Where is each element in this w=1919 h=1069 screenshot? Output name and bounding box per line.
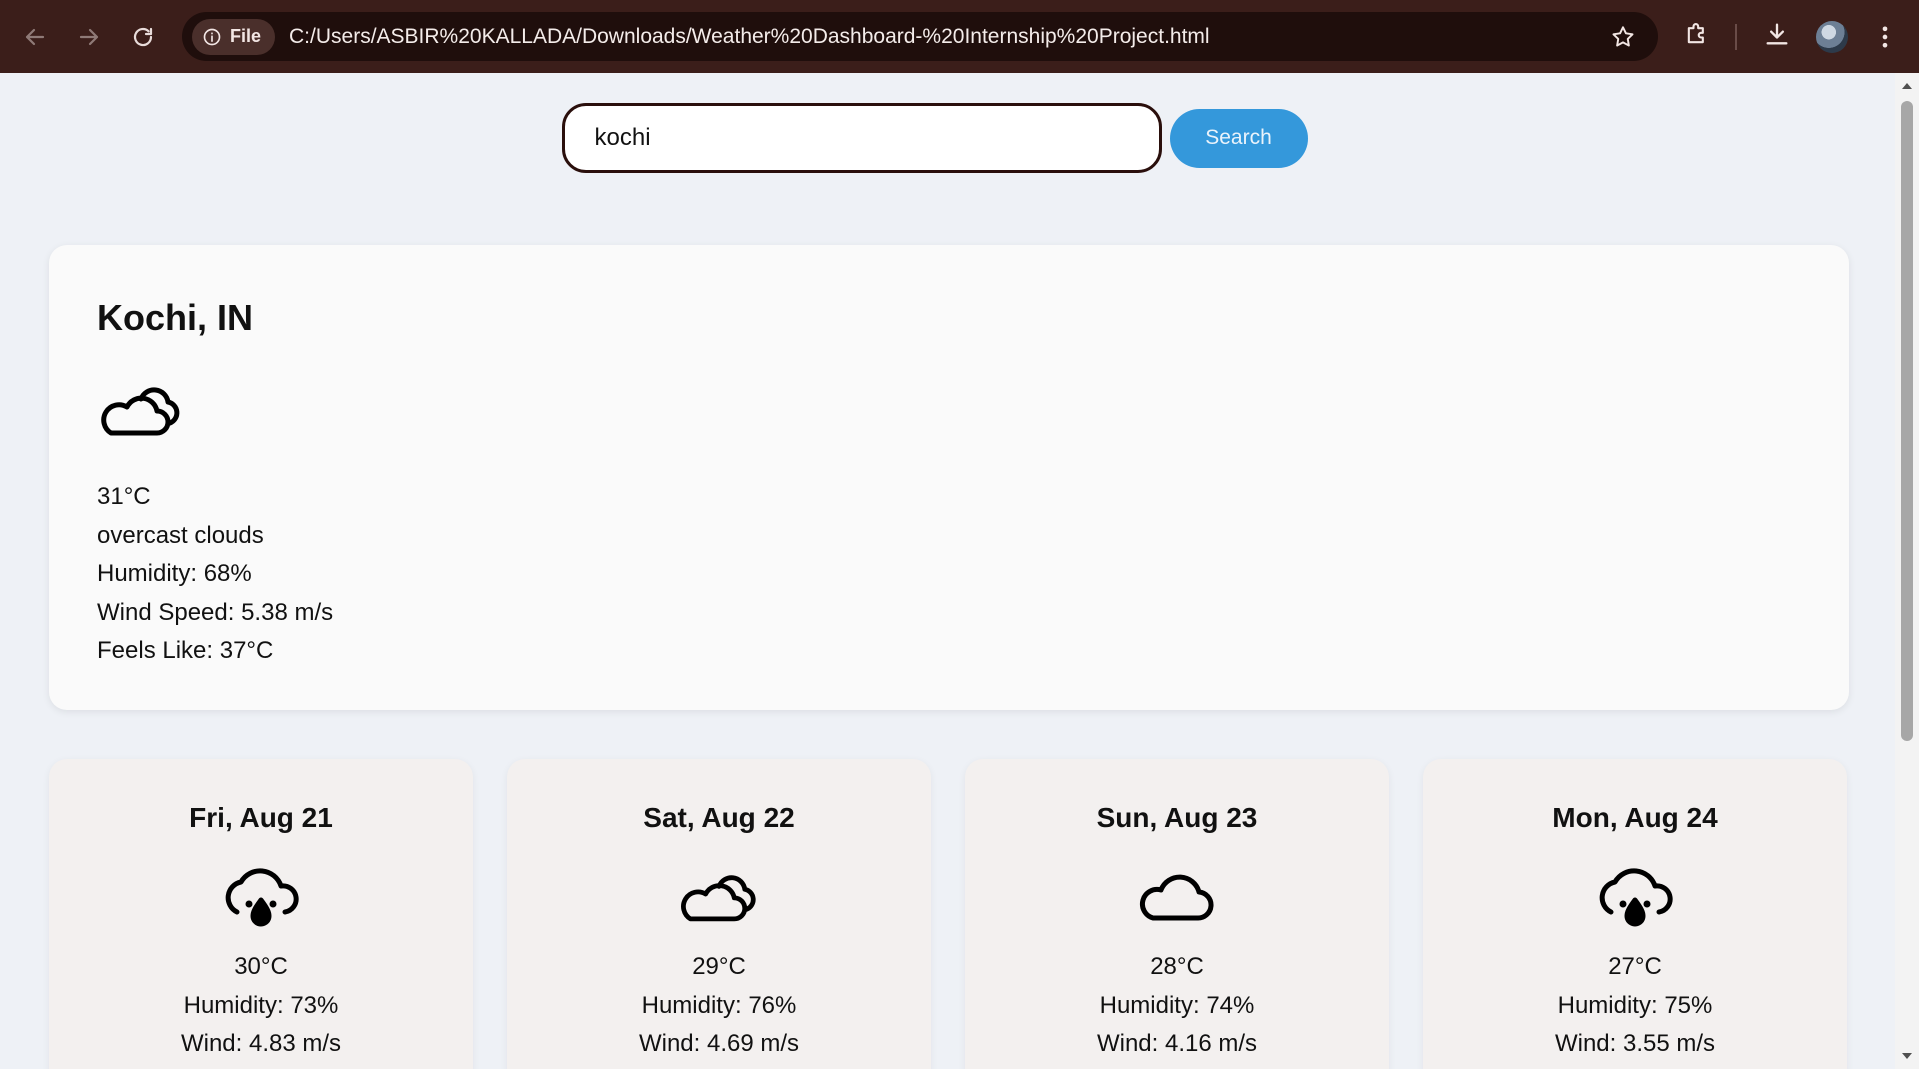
cloud-rain-icon bbox=[1599, 868, 1673, 927]
arrow-left-icon bbox=[25, 28, 45, 45]
address-bar[interactable]: File C:/Users/ASBIR%20KALLADA/Downloads/… bbox=[182, 12, 1658, 61]
forecast-date: Sun, Aug 23 bbox=[1096, 802, 1258, 833]
arrow-right-icon bbox=[79, 28, 99, 45]
back-button[interactable] bbox=[16, 18, 54, 56]
forecast-card: Fri, Aug 21 30°C Humidity: 73% Wind: 4.8… bbox=[49, 759, 473, 1069]
current-humidity: Humidity: 68% bbox=[97, 560, 252, 587]
forecast-humidity: Humidity: 75% bbox=[1557, 991, 1713, 1019]
current-temperature: 31°C bbox=[97, 483, 151, 510]
scrollbar-thumb[interactable] bbox=[1901, 101, 1913, 741]
puzzle-icon bbox=[1687, 23, 1704, 44]
search-button[interactable]: Search bbox=[1169, 108, 1308, 168]
page-scrollbar[interactable] bbox=[1895, 73, 1919, 1069]
page-viewport: Search Kochi, IN 31°C overcast clouds Hu… bbox=[0, 73, 1895, 1069]
profile-button[interactable] bbox=[1816, 0, 1848, 73]
clouds-icon bbox=[681, 875, 756, 922]
scroll-down-arrow-icon[interactable] bbox=[1900, 1049, 1914, 1063]
current-feels-like: Feels Like: 37°C bbox=[97, 637, 274, 664]
current-weather-card: Kochi, IN 31°C overcast clouds Humidity:… bbox=[49, 245, 1849, 710]
forecast-list: Fri, Aug 21 30°C Humidity: 73% Wind: 4.8… bbox=[49, 759, 1849, 1069]
forecast-wind: Wind: 3.55 m/s bbox=[1554, 1030, 1716, 1057]
current-description: overcast clouds bbox=[97, 521, 264, 549]
forecast-humidity: Humidity: 73% bbox=[183, 991, 339, 1019]
forecast-date: Sat, Aug 22 bbox=[643, 802, 795, 833]
more-vertical-icon bbox=[1882, 26, 1888, 47]
cloud-icon bbox=[1139, 874, 1214, 921]
current-wind-speed: Wind Speed: 5.38 m/s bbox=[97, 598, 334, 626]
reload-button[interactable] bbox=[124, 18, 162, 56]
scroll-up-arrow-icon[interactable] bbox=[1900, 79, 1914, 93]
search-bar: Search bbox=[0, 103, 1895, 173]
downloads-button[interactable] bbox=[1763, 0, 1791, 73]
extensions-button[interactable] bbox=[1683, 0, 1711, 73]
forecast-card: Mon, Aug 24 27°C Humidity: 75% Wind: 3.5… bbox=[1423, 759, 1847, 1069]
info-icon bbox=[203, 28, 221, 45]
forecast-wind: Wind: 4.16 m/s bbox=[1096, 1030, 1258, 1057]
cloud-rain-icon bbox=[225, 868, 299, 927]
forecast-date: Mon, Aug 24 bbox=[1552, 802, 1718, 833]
toolbar-divider bbox=[1735, 0, 1737, 73]
city-name: Kochi, IN bbox=[97, 297, 254, 338]
forecast-wind: Wind: 4.69 m/s bbox=[638, 1030, 800, 1057]
forecast-temperature: 27°C bbox=[1608, 953, 1662, 980]
site-chip-label: File bbox=[230, 26, 262, 46]
city-search-input[interactable] bbox=[561, 103, 1162, 173]
site-info-chip[interactable]: File bbox=[192, 18, 276, 55]
bookmark-star-icon[interactable] bbox=[1610, 24, 1636, 50]
browser-toolbar: File C:/Users/ASBIR%20KALLADA/Downloads/… bbox=[0, 0, 1919, 73]
forecast-temperature: 28°C bbox=[1150, 953, 1204, 980]
forecast-humidity: Humidity: 76% bbox=[641, 991, 797, 1019]
forecast-card: Sun, Aug 23 28°C Humidity: 74% Wind: 4.1… bbox=[965, 759, 1389, 1069]
menu-button[interactable] bbox=[1875, 0, 1895, 73]
url-text[interactable]: C:/Users/ASBIR%20KALLADA/Downloads/Weath… bbox=[289, 25, 1210, 49]
forecast-card: Sat, Aug 22 29°C Humidity: 76% Wind: 4.6… bbox=[507, 759, 931, 1069]
forecast-temperature: 30°C bbox=[234, 953, 288, 980]
download-icon bbox=[1766, 23, 1788, 45]
reload-icon bbox=[133, 27, 153, 46]
forecast-date: Fri, Aug 21 bbox=[189, 802, 333, 833]
avatar bbox=[1816, 20, 1848, 53]
clouds-icon bbox=[101, 387, 180, 436]
forecast-wind: Wind: 4.83 m/s bbox=[180, 1030, 342, 1057]
forward-button[interactable] bbox=[70, 18, 108, 56]
forecast-humidity: Humidity: 74% bbox=[1099, 991, 1255, 1019]
forecast-temperature: 29°C bbox=[692, 953, 746, 980]
